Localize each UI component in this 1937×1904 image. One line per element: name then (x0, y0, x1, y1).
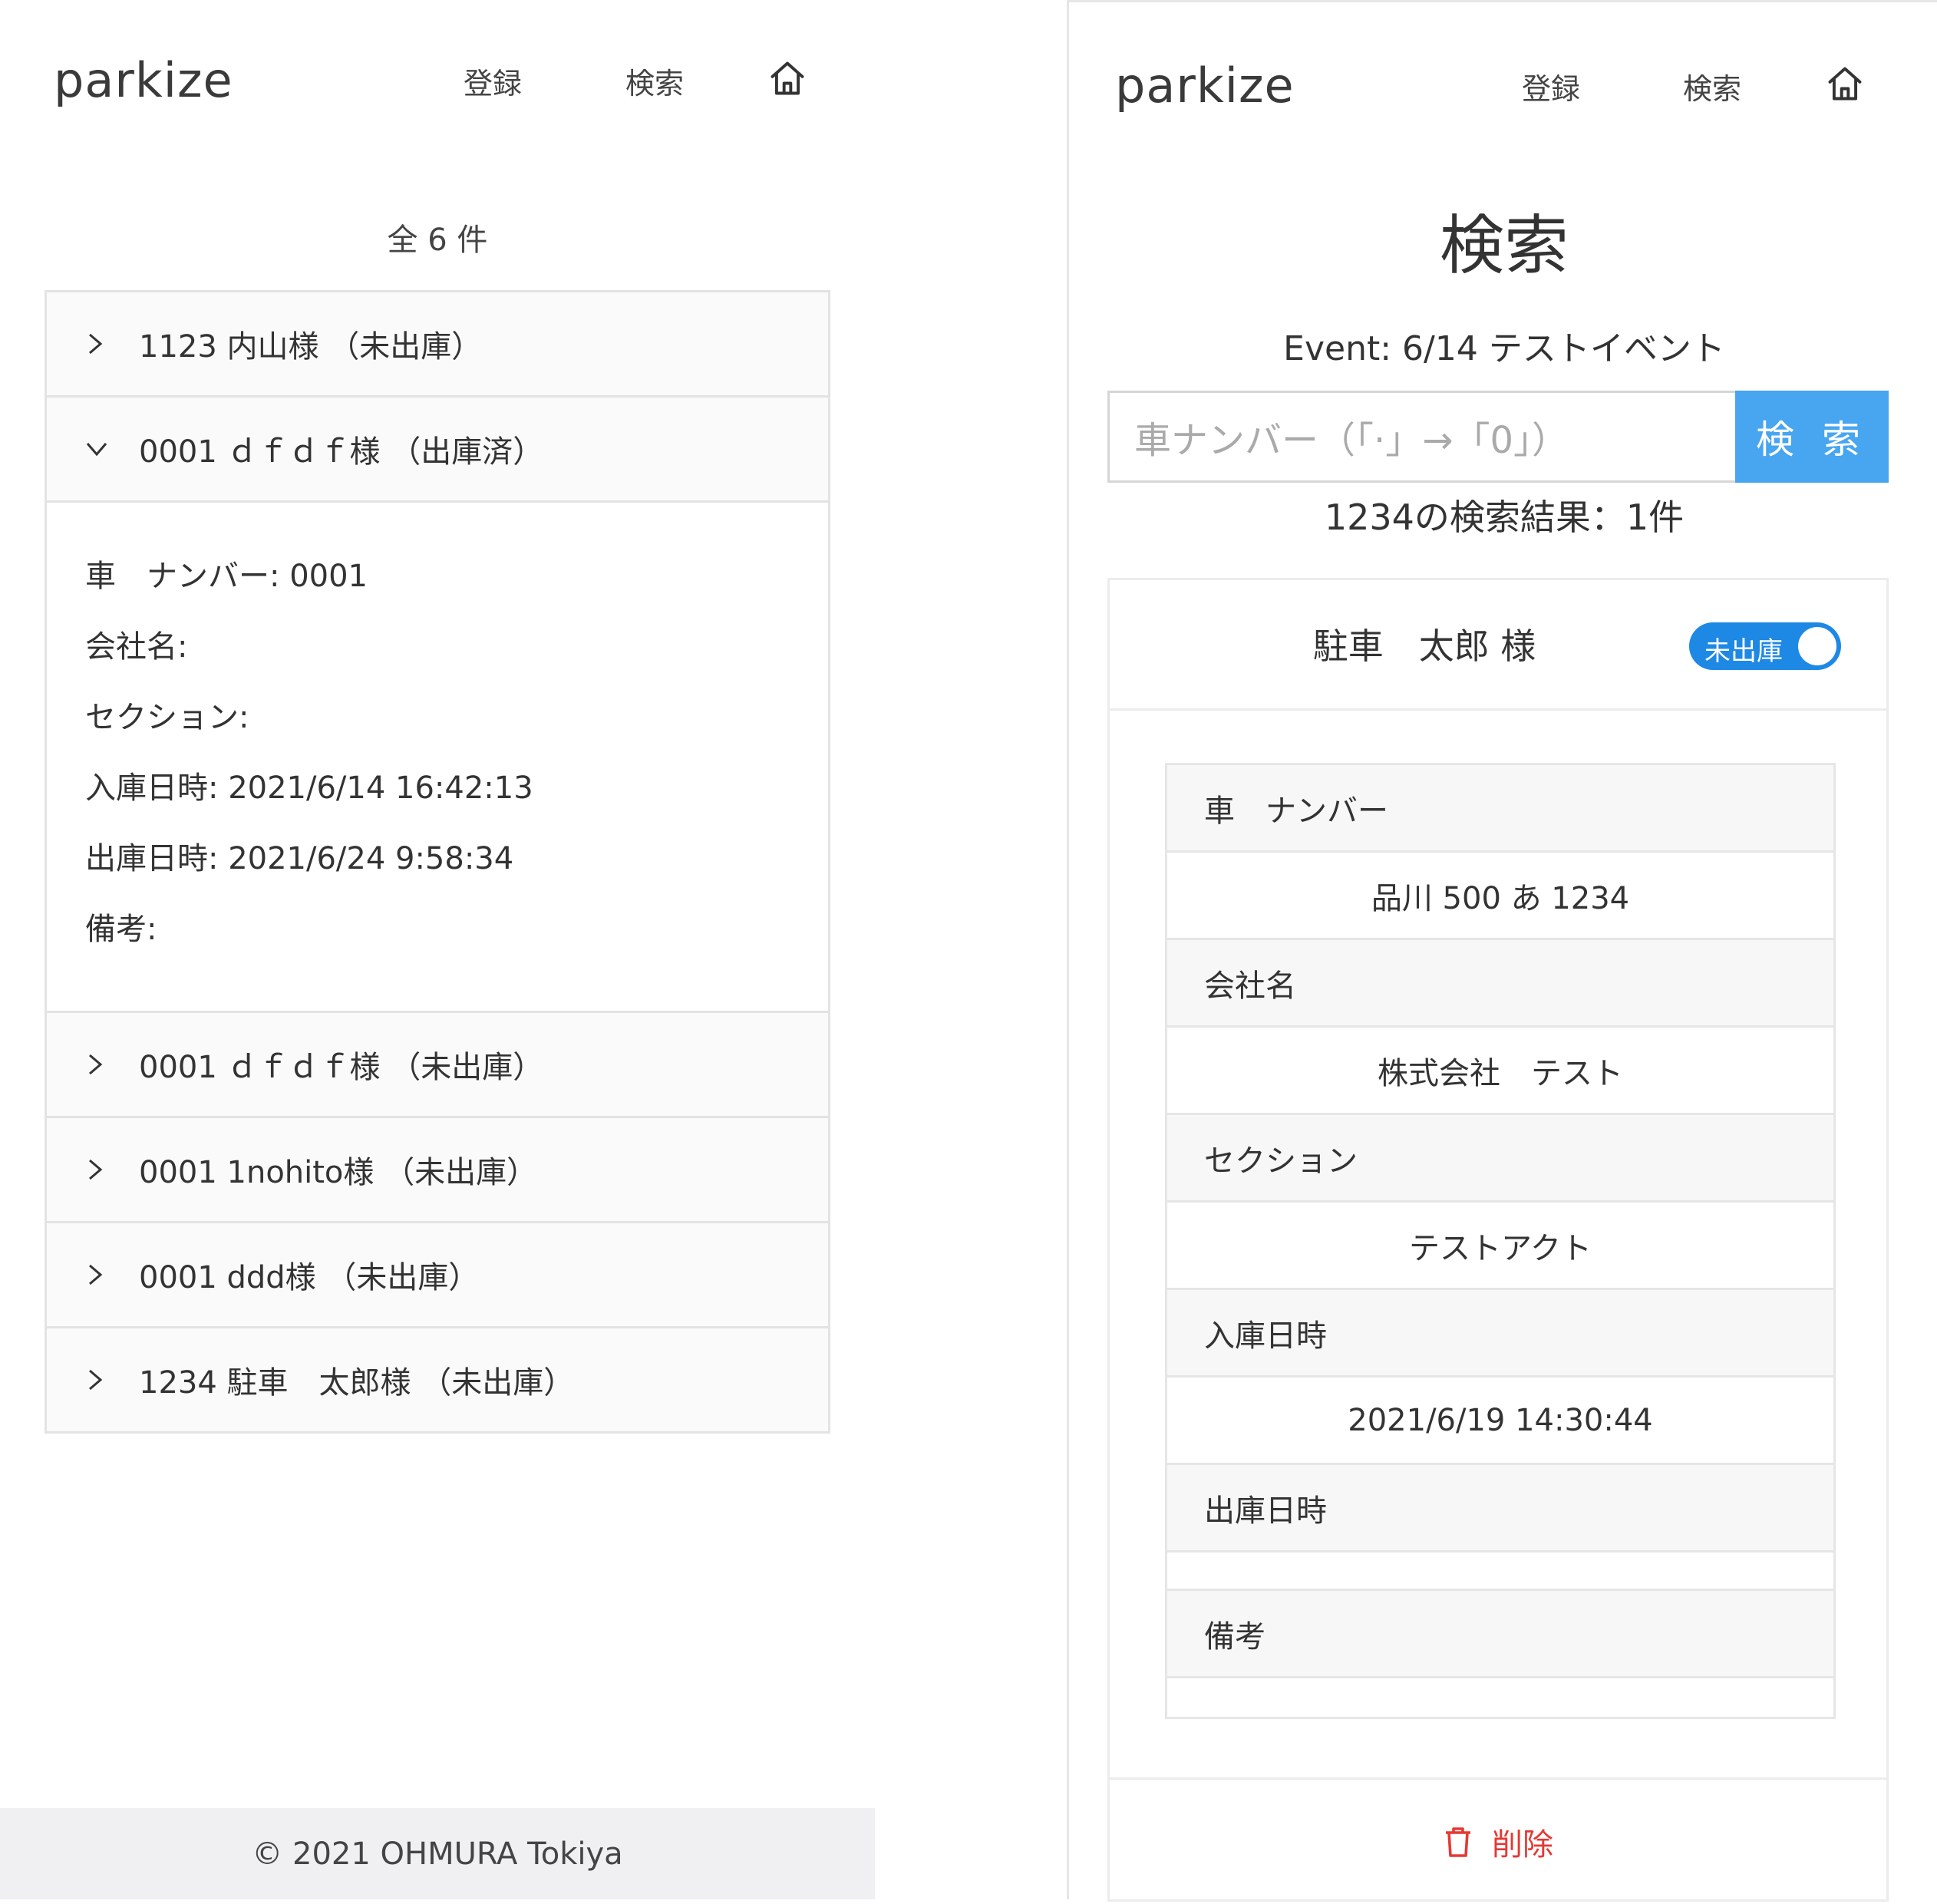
row-value-company: 株式会社 テスト (1167, 1028, 1833, 1115)
row-label-company: 会社名 (1167, 940, 1833, 1028)
search-button[interactable]: 検 索 (1735, 391, 1889, 483)
nav-search-link[interactable]: 検索 (1683, 65, 1741, 107)
home-icon[interactable] (767, 58, 807, 98)
trash-icon (1446, 1827, 1470, 1857)
row-value-exit-time (1167, 1553, 1833, 1591)
detail-car-number: 車 ナンバー: 0001 (85, 559, 368, 594)
accordion-item: 0001 ddd様 （未出庫） (47, 1223, 828, 1328)
accordion-header[interactable]: 0001 ｄｆｄｆ様 （未出庫） (47, 1013, 828, 1116)
event-label: Event: 6/14 テストイベント (1283, 329, 1725, 368)
home-icon[interactable] (1825, 64, 1865, 104)
detail-exit-time: 出庫日時: 2021/6/24 9:58:34 (85, 841, 514, 876)
nav-search-link[interactable]: 検索 (625, 60, 684, 102)
brand-logo[interactable]: parkize (1115, 58, 1295, 114)
accordion-header[interactable]: 0001 ｄｆｄｆ様 （出庫済） (47, 398, 828, 500)
detail-table: 車 ナンバー 品川 500 あ 1234 会社名 株式会社 テスト セクション … (1165, 763, 1836, 1719)
row-label-note: 備考 (1167, 1591, 1833, 1678)
delete-button[interactable]: 削除 (1110, 1777, 1886, 1904)
left-screen: parkize 登録 検索 全 6 件 1123 内山様 （未出庫） 0001 … (0, 0, 875, 1899)
toggle-knob (1798, 627, 1836, 665)
row-value-section: テストアクト (1167, 1203, 1833, 1290)
row-label-exit-time: 出庫日時 (1167, 1465, 1833, 1553)
chevron-right-icon (47, 1263, 139, 1286)
status-toggle-label: 未出庫 (1704, 636, 1783, 667)
chevron-right-icon (47, 1053, 139, 1076)
result-card: 駐車 太郎 様 未出庫 車 ナンバー 品川 500 あ 1234 会社名 株式会… (1107, 578, 1889, 1902)
detail-entry-time: 入庫日時: 2021/6/14 16:42:13 (85, 771, 533, 806)
accordion-item-expanded: 0001 ｄｆｄｆ様 （出庫済） 車 ナンバー: 0001 会社名: セクション… (47, 398, 828, 1013)
accordion-item: 1234 駐車 太郎様 （未出庫） (47, 1328, 828, 1431)
accordion-title: 0001 1nohito様 （未出庫） (139, 1155, 538, 1190)
accordion-item: 0001 ｄｆｄｆ様 （未出庫） (47, 1013, 828, 1118)
accordion-header[interactable]: 1234 駐車 太郎様 （未出庫） (47, 1328, 828, 1431)
card-header: 駐車 太郎 様 未出庫 (1110, 580, 1886, 711)
result-count: 全 6 件 (387, 223, 488, 258)
row-value-note (1167, 1678, 1833, 1717)
accordion-header[interactable]: 0001 ddd様 （未出庫） (47, 1223, 828, 1326)
search-bar: 車ナンバー（「·」→「0」） 検 索 (1107, 391, 1889, 483)
chevron-right-icon (47, 1368, 139, 1391)
chevron-down-icon (47, 439, 139, 459)
accordion-title: 0001 ｄｆｄｆ様 （未出庫） (139, 1050, 544, 1085)
delete-label: 削除 (1492, 1827, 1553, 1863)
nav-register-link[interactable]: 登録 (1522, 65, 1580, 107)
accordion-item: 0001 1nohito様 （未出庫） (47, 1118, 828, 1223)
row-label-car-number: 車 ナンバー (1167, 765, 1833, 853)
detail-note: 備考: (85, 912, 157, 947)
page-title: 検索 (1439, 208, 1569, 283)
vehicle-accordion: 1123 内山様 （未出庫） 0001 ｄｆｄｆ様 （出庫済） 車 ナンバー: … (45, 290, 830, 1434)
accordion-title: 0001 ddd様 （未出庫） (139, 1260, 480, 1295)
row-label-entry-time: 入庫日時 (1167, 1290, 1833, 1378)
accordion-header[interactable]: 1123 内山様 （未出庫） (47, 292, 828, 395)
row-label-section: セクション (1167, 1115, 1833, 1203)
row-value-car-number: 品川 500 あ 1234 (1167, 853, 1833, 940)
chevron-right-icon (47, 1158, 139, 1181)
accordion-title: 1123 内山様 （未出庫） (139, 329, 483, 365)
nav-register-link[interactable]: 登録 (464, 60, 522, 102)
status-toggle[interactable]: 未出庫 (1689, 622, 1841, 670)
chevron-right-icon (47, 332, 139, 355)
car-number-search-input[interactable]: 車ナンバー（「·」→「0」） (1107, 391, 1735, 483)
accordion-body: 車 ナンバー: 0001 会社名: セクション: 入庫日時: 2021/6/14… (47, 500, 828, 1011)
accordion-header[interactable]: 0001 1nohito様 （未出庫） (47, 1118, 828, 1221)
brand-logo[interactable]: parkize (54, 52, 233, 108)
footer-copyright: © 2021 OHMURA Tokiya (0, 1808, 875, 1899)
row-value-entry-time: 2021/6/19 14:30:44 (1167, 1378, 1833, 1465)
customer-name: 駐車 太郎 様 (1312, 625, 1536, 667)
right-screen: parkize 登録 検索 検索 Event: 6/14 テストイベント 車ナン… (1067, 0, 1937, 1902)
accordion-title: 1234 駐車 太郎様 （未出庫） (139, 1365, 575, 1401)
accordion-item: 1123 内山様 （未出庫） (47, 292, 828, 398)
detail-section: セクション: (85, 700, 249, 735)
accordion-title: 0001 ｄｆｄｆ様 （出庫済） (139, 434, 544, 470)
search-result-summary: 1234の検索結果：1件 (1324, 497, 1685, 538)
detail-company: 会社名: (85, 629, 188, 665)
